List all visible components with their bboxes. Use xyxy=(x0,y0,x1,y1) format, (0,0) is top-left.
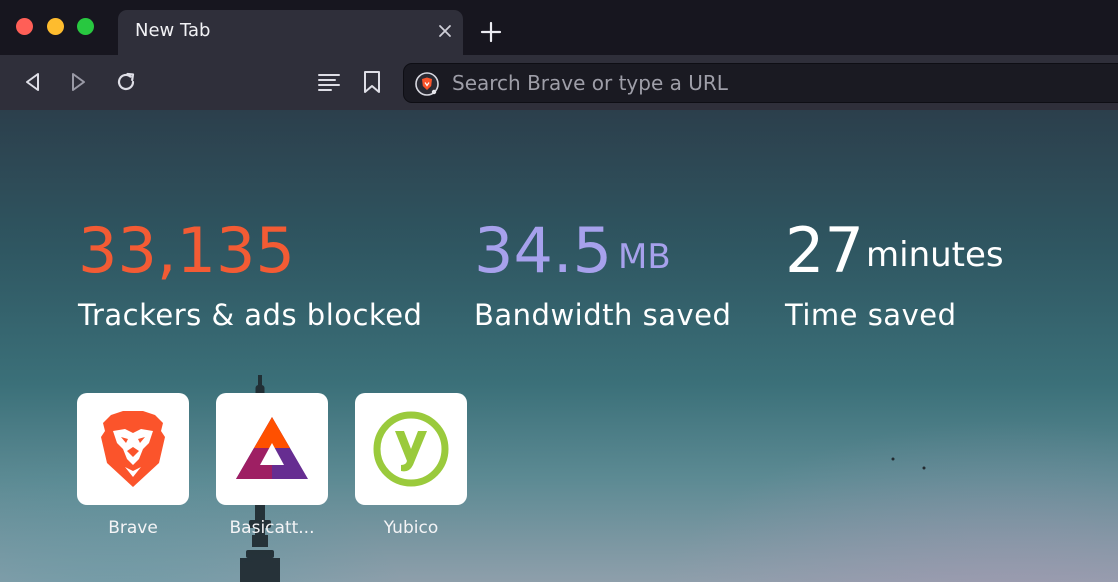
reload-icon[interactable] xyxy=(112,68,140,96)
background-spire-image xyxy=(240,375,926,582)
yubico-icon xyxy=(373,411,449,487)
search-input[interactable] xyxy=(452,64,1052,102)
time-label: Time saved xyxy=(785,298,957,332)
top-site-label: Basicatt... xyxy=(229,518,315,538)
bookmark-icon[interactable] xyxy=(358,68,386,96)
top-site-label: Yubico xyxy=(383,518,439,538)
tab-strip: New Tab xyxy=(0,0,1118,55)
window-close-button[interactable] xyxy=(16,18,33,35)
bandwidth-unit: MB xyxy=(618,237,671,277)
address-bar[interactable] xyxy=(403,63,1118,103)
top-site-tile[interactable] xyxy=(77,393,189,505)
new-tab-page: 33,135 Trackers & ads blocked 34.5 MB Ba… xyxy=(0,110,1118,582)
top-site-label: Brave xyxy=(108,518,158,538)
brave-lion-icon xyxy=(101,411,165,487)
time-value: 27 xyxy=(785,214,864,287)
top-site-tile[interactable] xyxy=(216,393,328,505)
tab-new-tab[interactable]: New Tab xyxy=(118,10,463,55)
close-tab-icon[interactable] xyxy=(435,21,455,41)
tab-title: New Tab xyxy=(135,20,211,41)
trackers-label: Trackers & ads blocked xyxy=(78,298,423,332)
bat-triangle-icon xyxy=(236,417,308,479)
bandwidth-label: Bandwidth saved xyxy=(474,298,732,332)
reader-mode-icon[interactable] xyxy=(315,68,343,96)
top-site-yubico[interactable]: Yubico xyxy=(355,393,467,538)
back-arrow-icon[interactable] xyxy=(19,68,47,96)
new-tab-plus-icon[interactable] xyxy=(478,19,504,45)
window-zoom-button[interactable] xyxy=(77,18,94,35)
top-site-basic-attention-token[interactable]: Basicatt... xyxy=(216,393,328,538)
window-minimize-button[interactable] xyxy=(47,18,64,35)
brave-shields-icon[interactable] xyxy=(415,72,439,96)
bandwidth-value: 34.5 xyxy=(474,214,613,287)
forward-arrow-icon[interactable] xyxy=(64,68,92,96)
trackers-count: 33,135 xyxy=(78,214,295,287)
top-site-tile[interactable] xyxy=(355,393,467,505)
time-unit: minutes xyxy=(866,235,1004,275)
top-site-brave[interactable]: Brave xyxy=(77,393,189,538)
toolbar xyxy=(0,55,1118,110)
